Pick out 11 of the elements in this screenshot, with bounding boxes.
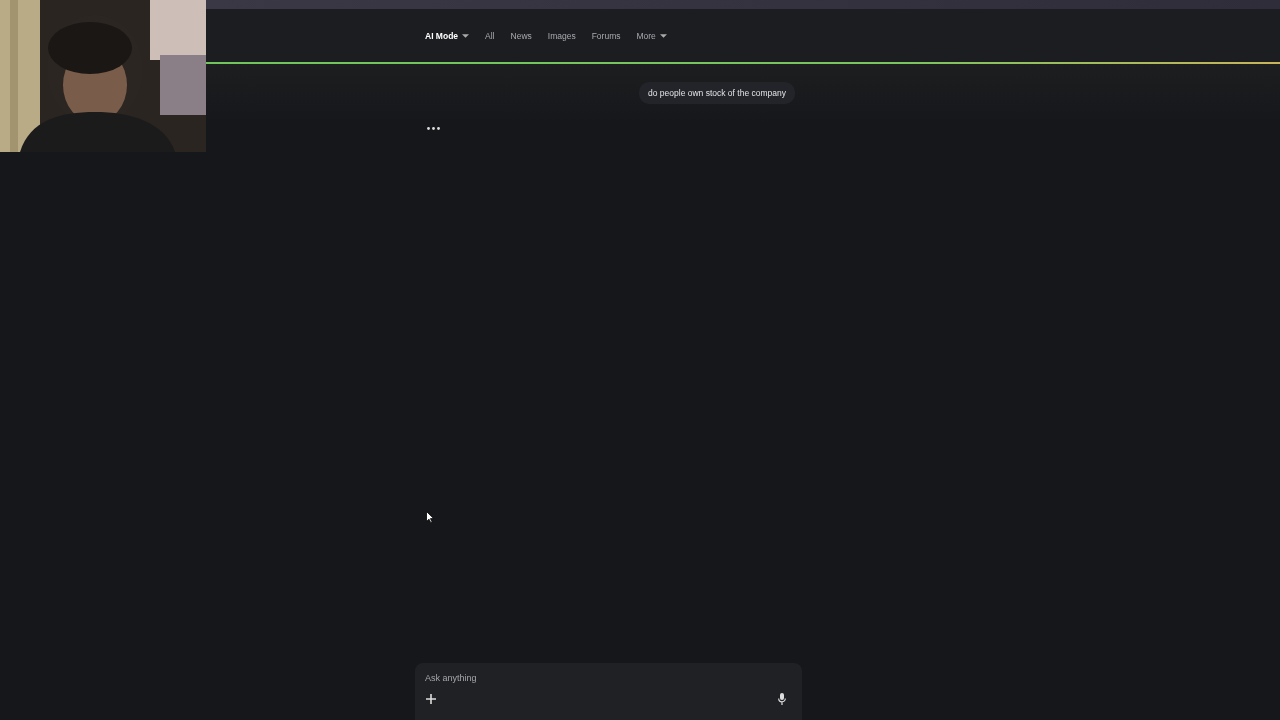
search-tab[interactable]: Forums — [591, 30, 626, 41]
plus-icon[interactable] — [426, 694, 436, 704]
microphone-icon[interactable] — [778, 693, 786, 705]
search-tab[interactable]: AI Mode — [425, 30, 475, 41]
query-bubble: do people own stock of the company — [639, 81, 795, 104]
search-tab[interactable]: All — [485, 30, 500, 41]
cursor-icon — [426, 511, 434, 523]
ask-input-field[interactable]: Ask anything — [425, 673, 792, 683]
search-tab[interactable]: Images — [547, 30, 581, 41]
search-tab[interactable]: More — [636, 30, 672, 41]
search-tab[interactable]: News — [510, 30, 537, 41]
